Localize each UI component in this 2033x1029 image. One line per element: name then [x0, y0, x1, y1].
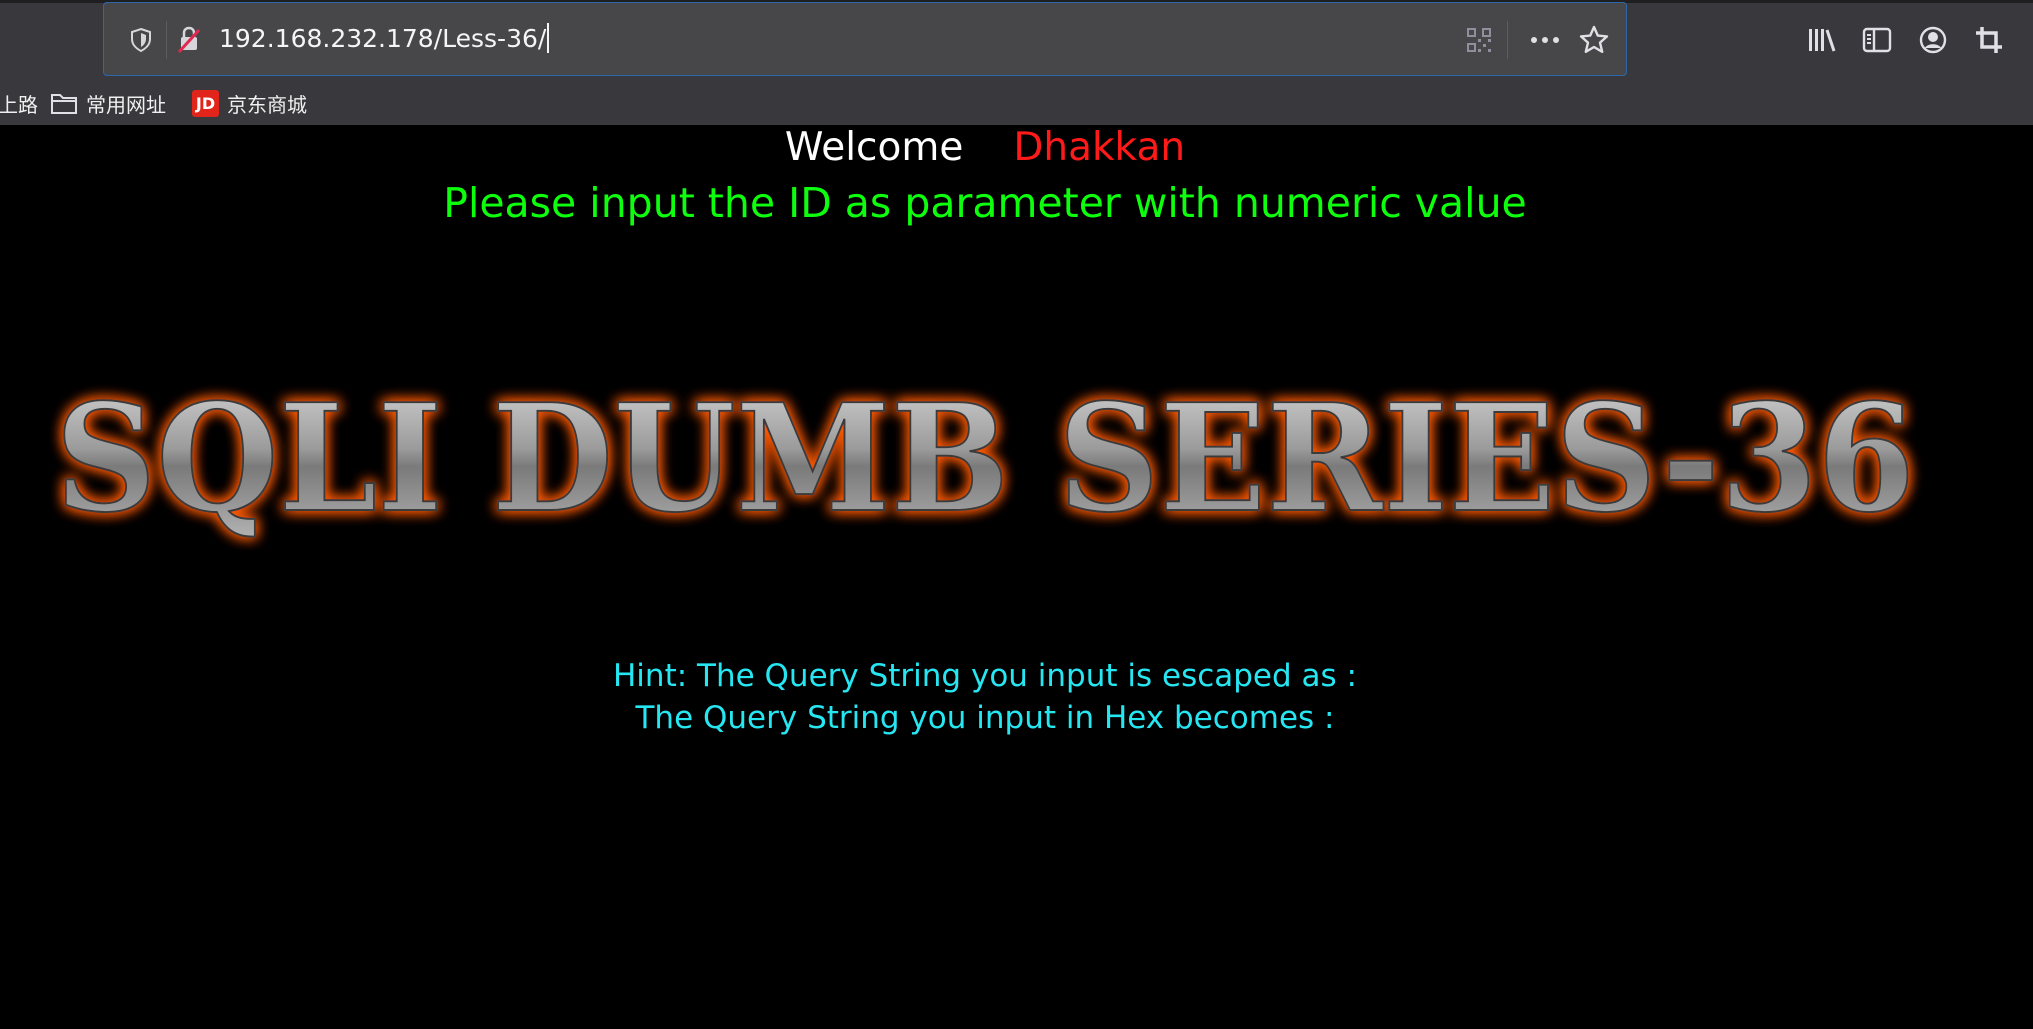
instruction-text: Please input the ID as parameter with nu…: [443, 179, 1527, 227]
username-text: Dhakkan: [1013, 125, 1186, 170]
text-caret: [547, 23, 550, 53]
page-actions-divider: [1507, 21, 1508, 59]
welcome-line: Welcome Dhakkan: [0, 125, 1970, 170]
folder-icon: [51, 94, 77, 114]
hint-escaped-text: Hint: The Query String you input is esca…: [613, 658, 1357, 694]
welcome-text: Welcome: [784, 125, 964, 170]
bookmark-label: 京东商城: [227, 92, 307, 117]
banner-title: SQLI DUMB SERIES-36: [55, 371, 1915, 545]
bookmarks-toolbar: 上路 常用网址 JD 京东商城: [0, 80, 2033, 124]
qr-code-icon[interactable]: [1464, 25, 1494, 55]
bookmark-jd-mall[interactable]: JD 京东商城: [192, 88, 307, 118]
address-bar[interactable]: 192.168.232.178/Less-36/: [103, 2, 1627, 76]
url-text[interactable]: 192.168.232.178/Less-36/: [219, 23, 550, 53]
bookmark-label: 常用网址: [86, 92, 166, 117]
sidebar-icon[interactable]: [1861, 24, 1893, 56]
bookmark-item-partial[interactable]: 上路: [0, 88, 38, 118]
url-value[interactable]: 192.168.232.178/Less-36/: [219, 24, 546, 53]
hint-hex-text: The Query String you input in Hex become…: [635, 700, 1335, 736]
shield-icon[interactable]: [126, 25, 156, 55]
account-icon[interactable]: [1917, 24, 1949, 56]
bookmark-label: 上路: [0, 92, 38, 117]
insecure-connection-icon[interactable]: [174, 25, 204, 55]
more-actions-icon[interactable]: [1530, 25, 1560, 55]
jd-logo-icon: JD: [192, 89, 219, 117]
address-bar-divider: [166, 21, 167, 59]
page-content: [0, 125, 2033, 1029]
bookmark-star-icon[interactable]: [1579, 25, 1609, 55]
browser-chrome: 192.168.232.178/Less-36/ 上路 常用网址 JD 京东商城: [0, 0, 2033, 125]
library-icon[interactable]: [1806, 24, 1838, 56]
series-banner: SQLI DUMB SERIES-36: [54, 370, 1916, 546]
crop-screenshot-icon[interactable]: [1973, 24, 2005, 56]
bookmark-folder-common-sites[interactable]: 常用网址: [50, 88, 166, 118]
